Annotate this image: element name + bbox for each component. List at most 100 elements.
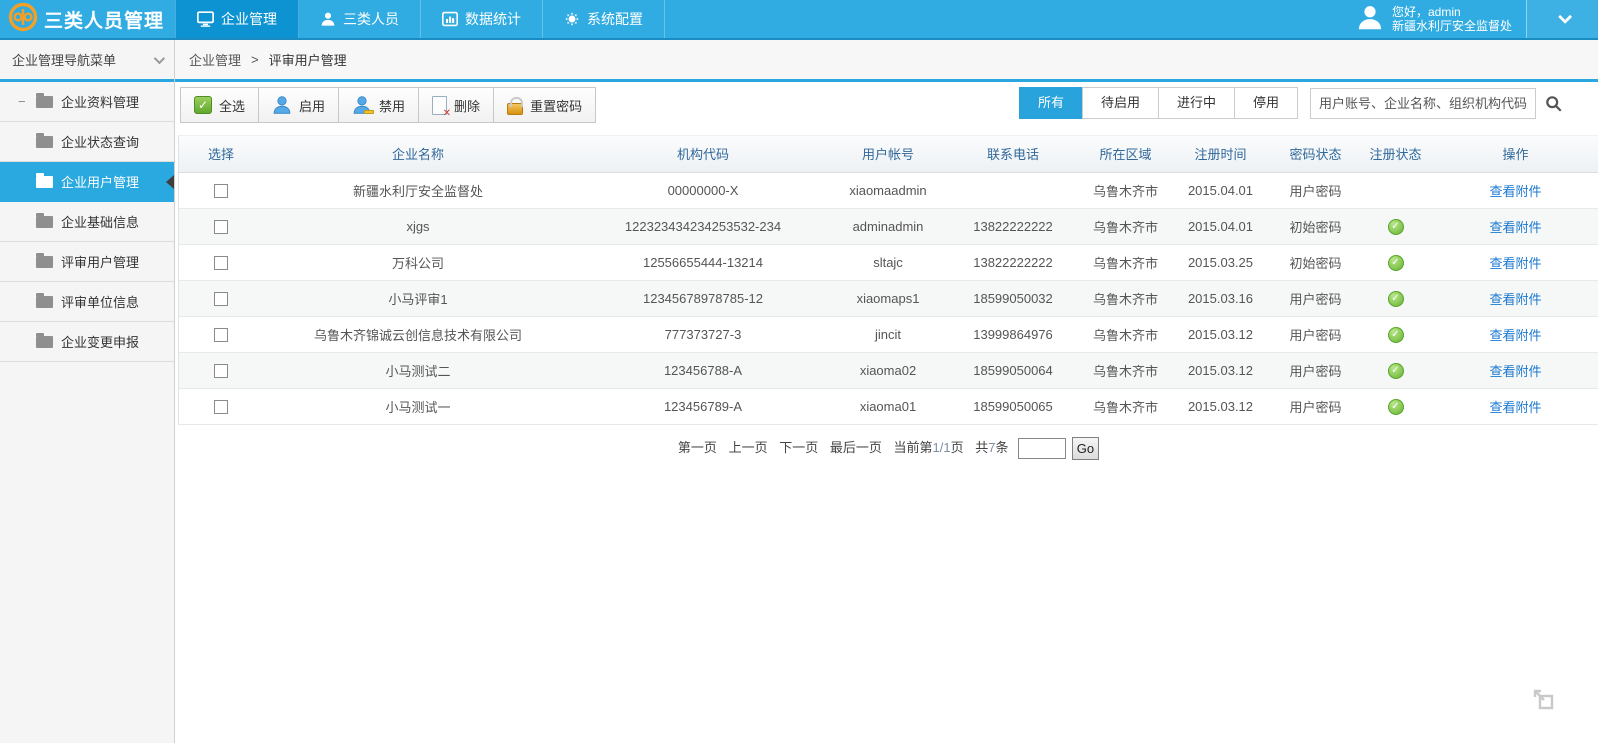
select-all-icon: ✓	[194, 96, 212, 114]
disable-user-icon	[352, 95, 372, 115]
filter-tab-all[interactable]: 所有	[1019, 87, 1083, 119]
reset-password-button[interactable]: 重置密码	[494, 88, 595, 122]
filter-tab-active[interactable]: 进行中	[1158, 87, 1235, 119]
pwd-status-cell: 用户密码	[1273, 280, 1358, 316]
col-account: 用户帐号	[833, 136, 943, 172]
filter-tab-stopped[interactable]: 停用	[1234, 87, 1298, 119]
breadcrumb: 企业管理 > 评审用户管理	[175, 40, 1598, 82]
pwd-status-cell: 用户密码	[1273, 388, 1358, 424]
view-attachment-link[interactable]: 查看附件	[1489, 400, 1541, 415]
resize-expand-icon[interactable]	[1532, 688, 1554, 715]
pwd-status-cell: 用户密码	[1273, 352, 1358, 388]
org-code-cell: 122323434234253532-234	[573, 208, 833, 244]
sidebar-item-enterprise-data[interactable]: − 企业资料管理	[0, 82, 174, 122]
reg-date-cell: 2015.03.16	[1168, 280, 1273, 316]
reg-date-cell: 2015.03.12	[1168, 388, 1273, 424]
current-page-info: 当前第1/1页	[893, 440, 963, 455]
sidebar-item-review-units[interactable]: 评审单位信息	[0, 282, 174, 322]
company-cell: 乌鲁木齐锦诚云创信息技术有限公司	[263, 316, 573, 352]
delete-icon	[432, 96, 447, 115]
phone-cell: 13822222222	[943, 244, 1083, 280]
gear-icon	[564, 11, 580, 27]
nav-tab-statistics[interactable]: 数据统计	[421, 0, 543, 38]
folder-icon	[36, 336, 53, 348]
users-table-wrap: 选择 企业名称 机构代码 用户帐号 联系电话 所在区域 注册时间 密码状态 注册…	[178, 135, 1598, 425]
disable-button[interactable]: 禁用	[339, 88, 419, 122]
search-box	[1310, 88, 1562, 119]
pwd-status-cell: 初始密码	[1273, 244, 1358, 280]
person-icon	[320, 11, 336, 27]
nav-tab-settings[interactable]: 系统配置	[543, 0, 665, 38]
phone-cell: 18599050065	[943, 388, 1083, 424]
row-checkbox[interactable]	[214, 328, 228, 342]
sidebar-item-review-users[interactable]: 评审用户管理	[0, 242, 174, 282]
sidebar-header[interactable]: 企业管理导航菜单	[0, 40, 174, 82]
row-checkbox[interactable]	[214, 292, 228, 306]
phone-cell: 13999864976	[943, 316, 1083, 352]
region-cell: 乌鲁木齐市	[1083, 388, 1168, 424]
view-attachment-link[interactable]: 查看附件	[1489, 292, 1541, 307]
reset-password-icon	[507, 103, 523, 115]
row-checkbox[interactable]	[214, 400, 228, 414]
search-input[interactable]	[1310, 88, 1536, 119]
table-row: 新疆水利厅安全监督处 00000000-X xiaomaadmin 乌鲁木齐市 …	[179, 172, 1598, 208]
view-attachment-link[interactable]: 查看附件	[1489, 364, 1541, 379]
navbar-collapse-toggle[interactable]	[1526, 0, 1598, 38]
action-button-group: ✓ 全选 启用	[180, 87, 596, 123]
col-phone: 联系电话	[943, 136, 1083, 172]
reg-date-cell: 2015.03.12	[1168, 316, 1273, 352]
app-window: 三类人员管理 企业管理 三类人员 数据统计	[0, 0, 1598, 743]
account-cell: sltajc	[833, 244, 943, 280]
region-cell: 乌鲁木齐市	[1083, 244, 1168, 280]
account-cell: xiaoma02	[833, 352, 943, 388]
reg-date-cell: 2015.03.12	[1168, 352, 1273, 388]
page-number-input[interactable]	[1018, 438, 1066, 459]
sidebar-item-change-declare[interactable]: 企业变更申报	[0, 322, 174, 362]
folder-icon	[36, 296, 53, 308]
search-icon[interactable]	[1545, 95, 1562, 112]
next-page-link[interactable]: 下一页	[779, 440, 818, 455]
row-checkbox[interactable]	[214, 364, 228, 378]
user-menu[interactable]: 您好，admin 新疆水利厅安全监督处	[1342, 0, 1526, 38]
breadcrumb-current: 评审用户管理	[269, 50, 347, 69]
sidebar-item-basic-info[interactable]: 企业基础信息	[0, 202, 174, 242]
org-code-cell: 00000000-X	[573, 172, 833, 208]
filter-tab-pending[interactable]: 待启用	[1082, 87, 1159, 119]
view-attachment-link[interactable]: 查看附件	[1489, 256, 1541, 271]
select-all-button[interactable]: ✓ 全选	[181, 88, 259, 122]
go-button[interactable]: Go	[1072, 437, 1099, 460]
breadcrumb-parent[interactable]: 企业管理	[189, 50, 241, 69]
row-checkbox[interactable]	[214, 184, 228, 198]
breadcrumb-separator: >	[251, 52, 259, 67]
nav-tab-enterprise[interactable]: 企业管理	[175, 0, 299, 38]
stats-icon	[442, 11, 458, 27]
table-header-row: 选择 企业名称 机构代码 用户帐号 联系电话 所在区域 注册时间 密码状态 注册…	[179, 136, 1598, 172]
pwd-status-cell: 用户密码	[1273, 316, 1358, 352]
sidebar: 企业管理导航菜单 − 企业资料管理 企业状态查询 企业用户管理 企业基础信息	[0, 40, 175, 743]
sidebar-item-status-query[interactable]: 企业状态查询	[0, 122, 174, 162]
delete-button[interactable]: 删除	[419, 88, 494, 122]
company-cell: 小马测试二	[263, 352, 573, 388]
region-cell: 乌鲁木齐市	[1083, 280, 1168, 316]
chevron-down-icon	[1558, 10, 1572, 24]
logo-icon	[8, 2, 38, 37]
sidebar-item-enterprise-users[interactable]: 企业用户管理	[0, 162, 174, 202]
last-page-link[interactable]: 最后一页	[830, 440, 882, 455]
enable-user-icon	[272, 95, 292, 115]
enable-button[interactable]: 启用	[259, 88, 339, 122]
view-attachment-link[interactable]: 查看附件	[1489, 328, 1541, 343]
first-page-link[interactable]: 第一页	[678, 440, 717, 455]
nav-tab-personnel[interactable]: 三类人员	[299, 0, 421, 38]
top-navbar: 三类人员管理 企业管理 三类人员 数据统计	[0, 0, 1598, 40]
prev-page-link[interactable]: 上一页	[729, 440, 768, 455]
account-cell: jincit	[833, 316, 943, 352]
pwd-status-cell: 用户密码	[1273, 172, 1358, 208]
current-page-number: 1/1	[933, 440, 951, 455]
total-count-info: 共7条	[975, 440, 1008, 455]
row-checkbox[interactable]	[214, 256, 228, 270]
col-pwd-status: 密码状态	[1273, 136, 1358, 172]
view-attachment-link[interactable]: 查看附件	[1489, 220, 1541, 235]
row-checkbox[interactable]	[214, 220, 228, 234]
org-code-cell: 123456788-A	[573, 352, 833, 388]
view-attachment-link[interactable]: 查看附件	[1489, 184, 1541, 199]
